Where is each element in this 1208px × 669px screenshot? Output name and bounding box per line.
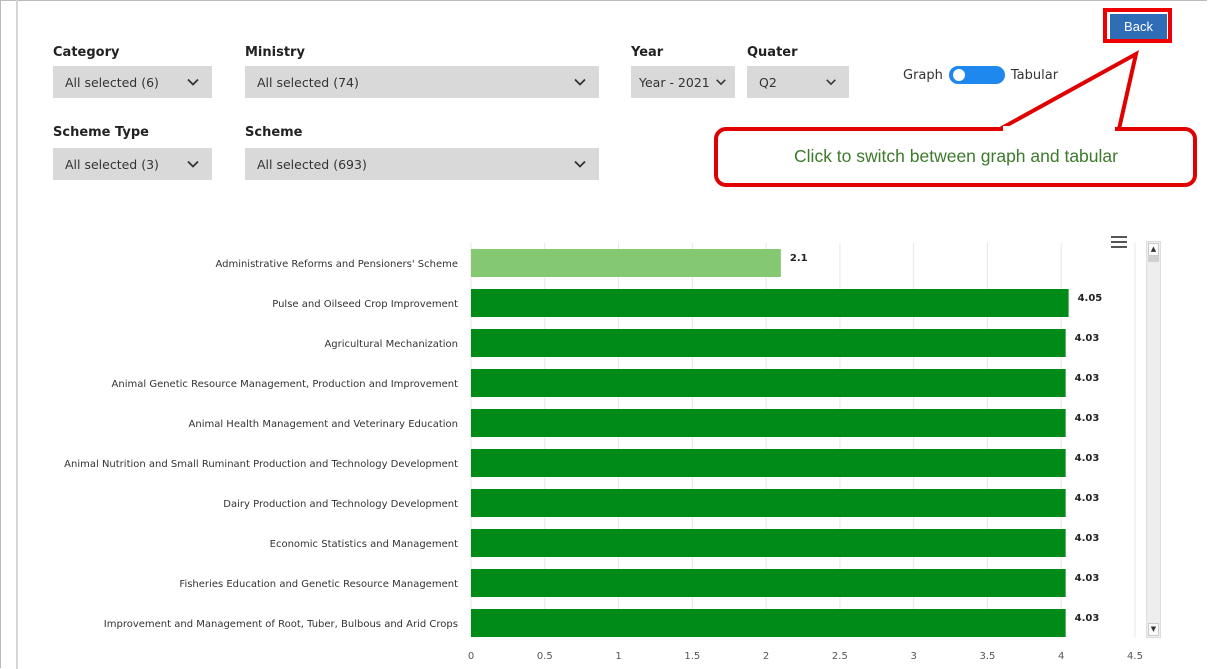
x-tick-label: 4.5 <box>1127 651 1143 662</box>
category-label: Dairy Production and Technology Developm… <box>223 499 458 510</box>
bar[interactable] <box>471 449 1066 477</box>
x-tick-label: 4 <box>1058 651 1064 662</box>
value-label: 4.03 <box>1075 573 1100 584</box>
value-label: 4.03 <box>1075 373 1100 384</box>
bar[interactable] <box>471 329 1066 357</box>
chart-category-labels: Administrative Reforms and Pensioners' S… <box>64 259 458 630</box>
value-label: 2.1 <box>790 253 808 264</box>
bar[interactable] <box>471 409 1066 437</box>
x-tick-label: 3 <box>910 651 916 662</box>
value-label: 4.03 <box>1075 493 1100 504</box>
category-label: Agricultural Mechanization <box>324 339 458 350</box>
x-tick-label: 0.5 <box>537 651 553 662</box>
x-tick-label: 3.5 <box>979 651 995 662</box>
category-label: Economic Statistics and Management <box>270 539 458 550</box>
x-tick-label: 1.5 <box>684 651 700 662</box>
category-label: Animal Nutrition and Small Ruminant Prod… <box>64 459 458 470</box>
x-tick-label: 0 <box>468 651 474 662</box>
category-label: Fisheries Education and Genetic Resource… <box>179 579 458 590</box>
category-label: Animal Genetic Resource Management, Prod… <box>112 379 459 390</box>
bar[interactable] <box>471 289 1069 317</box>
bar[interactable] <box>471 569 1066 597</box>
chart-scrollbar[interactable]: ▲ ▼ <box>1146 241 1161 638</box>
x-tick-label: 1 <box>615 651 621 662</box>
x-tick-label: 2.5 <box>832 651 848 662</box>
chart-x-ticks: 0 0.5 1 1.5 2 2.5 3 3.5 4 4.5 <box>468 651 1143 662</box>
bar[interactable] <box>471 609 1066 637</box>
value-label: 4.03 <box>1075 613 1100 624</box>
bar[interactable] <box>471 249 781 277</box>
category-label: Animal Health Management and Veterinary … <box>189 419 458 430</box>
value-label: 4.03 <box>1075 413 1100 424</box>
scroll-up-icon[interactable]: ▲ <box>1148 243 1159 256</box>
category-label: Administrative Reforms and Pensioners' S… <box>215 259 458 270</box>
scroll-thumb[interactable] <box>1148 256 1159 262</box>
bar[interactable] <box>471 369 1066 397</box>
bar[interactable] <box>471 529 1066 557</box>
hamburger-menu-icon[interactable] <box>1111 236 1127 250</box>
x-tick-label: 2 <box>763 651 769 662</box>
bar[interactable] <box>471 489 1066 517</box>
value-label: 4.05 <box>1078 293 1103 304</box>
category-label: Improvement and Management of Root, Tube… <box>104 619 458 630</box>
category-label: Pulse and Oilseed Crop Improvement <box>272 299 458 310</box>
value-label: 4.03 <box>1075 333 1100 344</box>
value-label: 4.03 <box>1075 533 1100 544</box>
chart-bars <box>471 249 1069 637</box>
value-label: 4.03 <box>1075 453 1100 464</box>
scroll-down-icon[interactable]: ▼ <box>1148 623 1159 636</box>
bar-chart: Administrative Reforms and Pensioners' S… <box>64 243 1143 662</box>
